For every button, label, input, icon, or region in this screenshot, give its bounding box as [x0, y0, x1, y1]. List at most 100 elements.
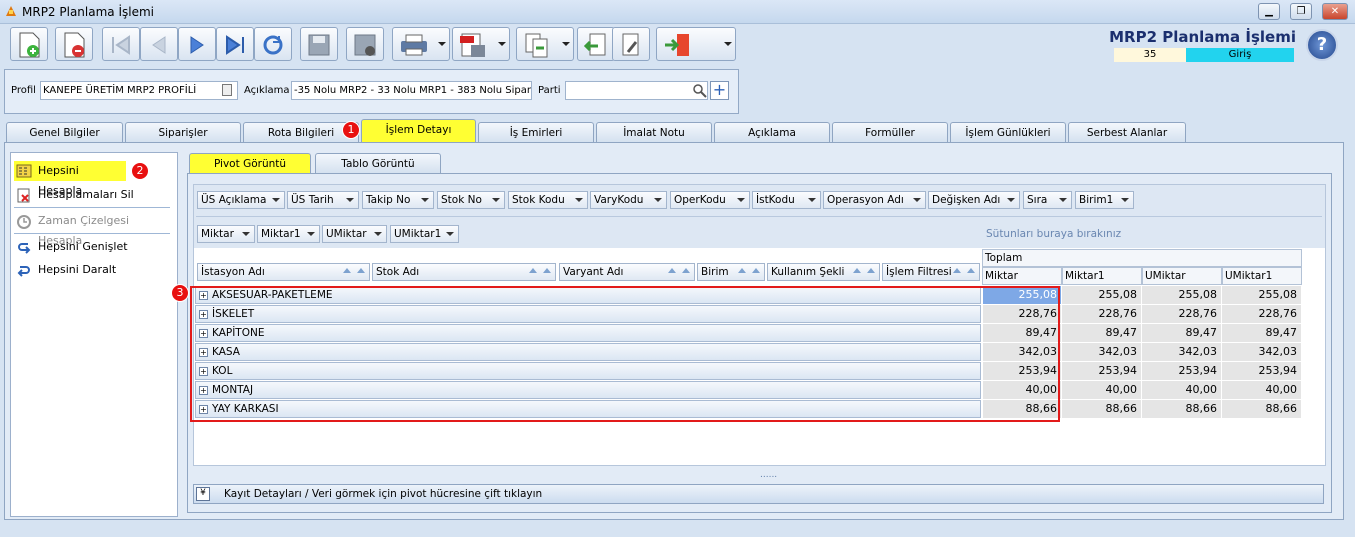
tab-formuller[interactable]: Formüller	[832, 122, 948, 143]
column-header-umiktar1[interactable]: UMiktar1	[1222, 267, 1302, 285]
row-field-islem-filtresi[interactable]: İşlem Filtresi	[882, 263, 980, 281]
filter-field-birim1[interactable]: Birim1	[1075, 191, 1134, 209]
copy-button[interactable]	[516, 27, 574, 61]
tab-imalat-notu[interactable]: İmalat Notu	[596, 122, 712, 143]
save-button[interactable]	[300, 27, 338, 61]
row-field-istasyon-adi[interactable]: İstasyon Adı	[197, 263, 370, 281]
filter-field-takip-no[interactable]: Takip No	[362, 191, 434, 209]
filter-separator	[196, 216, 1322, 217]
refresh-button[interactable]	[254, 27, 292, 61]
data-cell[interactable]: 89,47	[1142, 324, 1222, 343]
data-field-umiktar[interactable]: UMiktar	[322, 225, 387, 243]
data-cell[interactable]: 40,00	[1222, 381, 1302, 400]
filter-field-label: Sıra	[1027, 194, 1048, 206]
tab-pivot-view[interactable]: Pivot Görüntü	[189, 153, 311, 174]
collapse-all-button[interactable]: Hepsini Daralt	[14, 260, 174, 280]
close-button[interactable]: ✕	[1322, 3, 1348, 20]
tab-islem-detayi[interactable]: İşlem Detayı	[361, 119, 476, 143]
new-record-button[interactable]	[10, 27, 48, 61]
filter-field-stok-no[interactable]: Stok No	[437, 191, 505, 209]
tab-is-emirleri[interactable]: İş Emirleri	[478, 122, 594, 143]
data-cell[interactable]: 40,00	[1062, 381, 1142, 400]
minimize-button[interactable]: ▁	[1258, 3, 1280, 20]
data-cell[interactable]: 88,66	[1142, 400, 1222, 419]
settings-button[interactable]	[612, 27, 650, 61]
data-cell[interactable]: 89,47	[1222, 324, 1302, 343]
row-field-varyant-adi[interactable]: Varyant Adı	[559, 263, 695, 281]
last-record-button[interactable]	[216, 27, 254, 61]
description-field[interactable]: -35 Nolu MRP2 - 33 Nolu MRP1 - 383 Nolu …	[291, 81, 532, 100]
filter-field-varykodu[interactable]: VaryKodu	[590, 191, 667, 209]
tab-table-view[interactable]: Tablo Görüntü	[315, 153, 441, 174]
filter-field-us-tarih[interactable]: ÜS Tarih	[287, 191, 359, 209]
data-cell[interactable]: 255,08	[1142, 286, 1222, 305]
export-pdf-button[interactable]	[452, 27, 510, 61]
row-field-kullanim-sekli[interactable]: Kullanım Şekli	[767, 263, 880, 281]
import-icon	[584, 33, 606, 56]
row-field-label: Kullanım Şekli	[771, 266, 845, 278]
data-field-label: UMiktar	[326, 228, 367, 240]
column-header-umiktar[interactable]: UMiktar	[1142, 267, 1222, 285]
filter-field-us-aciklama[interactable]: ÜS Açıklama	[197, 191, 285, 209]
data-field-miktar[interactable]: Miktar	[197, 225, 255, 243]
filter-field-operasyon-adi[interactable]: Operasyon Adı	[823, 191, 926, 209]
data-cell[interactable]: 253,94	[1142, 362, 1222, 381]
row-field-stok-adi[interactable]: Stok Adı	[372, 263, 556, 281]
data-cell[interactable]: 342,03	[1142, 343, 1222, 362]
filter-field-stok-kodu[interactable]: Stok Kodu	[508, 191, 588, 209]
refresh-icon	[263, 35, 283, 55]
maximize-button[interactable]: ❐	[1290, 3, 1312, 20]
data-cell[interactable]: 253,94	[1222, 362, 1302, 381]
delete-record-button[interactable]	[55, 27, 93, 61]
data-cell[interactable]: 253,94	[1062, 362, 1142, 381]
profile-lookup-icon[interactable]	[222, 84, 232, 96]
search-key-icon[interactable]	[693, 84, 707, 98]
column-header-miktar[interactable]: Miktar	[982, 267, 1062, 285]
tab-genel-bilgiler[interactable]: Genel Bilgiler	[6, 122, 123, 143]
data-field-miktar1[interactable]: Miktar1	[257, 225, 320, 243]
import-button[interactable]	[577, 27, 615, 61]
tab-siparisler[interactable]: Siparişler	[125, 122, 241, 143]
data-cell[interactable]: 228,76	[1062, 305, 1142, 324]
data-cell[interactable]: 89,47	[1062, 324, 1142, 343]
data-cell[interactable]: 88,66	[1062, 400, 1142, 419]
data-cell[interactable]: 255,08	[1222, 286, 1302, 305]
filter-field-istkodu[interactable]: İstKodu	[752, 191, 821, 209]
filter-field-label: ÜS Tarih	[291, 194, 334, 206]
timeline-calculate-button[interactable]: Zaman Çizelgesi Hesapla	[14, 211, 174, 247]
parti-field[interactable]	[565, 81, 708, 100]
row-field-birim[interactable]: Birim	[697, 263, 765, 281]
expand-details-icon[interactable]: ¥	[196, 487, 210, 501]
first-record-button[interactable]	[102, 27, 140, 61]
data-cell[interactable]: 342,03	[1062, 343, 1142, 362]
data-cell[interactable]: 342,03	[1222, 343, 1302, 362]
exit-button[interactable]	[656, 27, 736, 61]
save-close-button[interactable]	[346, 27, 384, 61]
column-header-miktar1[interactable]: Miktar1	[1062, 267, 1142, 285]
prev-icon	[152, 36, 166, 54]
prev-record-button[interactable]	[140, 27, 178, 61]
add-parti-icon[interactable]: +	[710, 81, 729, 100]
tab-serbest-alanlar[interactable]: Serbest Alanlar	[1068, 122, 1186, 143]
print-button[interactable]	[392, 27, 450, 61]
delete-calculations-button[interactable]: Hesaplamaları Sil	[14, 185, 174, 205]
profile-field[interactable]: KANEPE ÜRETİM MRP2 PROFİLİ	[40, 81, 238, 100]
tab-aciklama[interactable]: Açıklama	[714, 122, 830, 143]
data-cell[interactable]: 40,00	[1142, 381, 1222, 400]
filter-field-operkodu[interactable]: OperKodu	[670, 191, 750, 209]
tab-islem-gunlukleri[interactable]: İşlem Günlükleri	[950, 122, 1066, 143]
next-record-button[interactable]	[178, 27, 216, 61]
filter-field-sira[interactable]: Sıra	[1023, 191, 1072, 209]
splitter-handle[interactable]: ......	[760, 470, 777, 480]
help-button[interactable]: ?	[1306, 29, 1338, 61]
data-cell[interactable]: 228,76	[1222, 305, 1302, 324]
new-doc-icon	[19, 32, 40, 58]
data-cell[interactable]: 88,66	[1222, 400, 1302, 419]
data-field-umiktar1[interactable]: UMiktar1	[390, 225, 459, 243]
filter-field-degisken-adi[interactable]: Değişken Adı	[928, 191, 1020, 209]
expand-all-button[interactable]: Hepsini Genişlet	[14, 237, 174, 257]
record-details-bar[interactable]: Kayıt Detayları / Veri görmek için pivot…	[193, 484, 1324, 504]
calculate-all-button[interactable]: Hepsini Hesapla	[14, 161, 126, 197]
data-cell[interactable]: 255,08	[1062, 286, 1142, 305]
data-cell[interactable]: 228,76	[1142, 305, 1222, 324]
